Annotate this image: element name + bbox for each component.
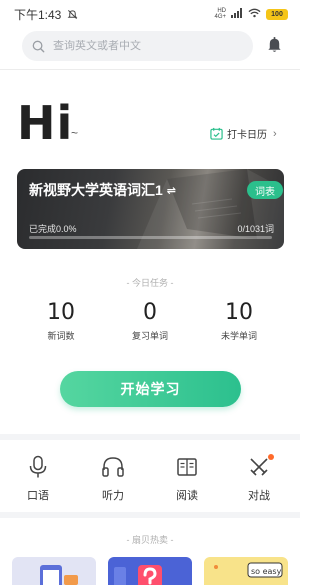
- book-title[interactable]: 新视野大学英语词汇1 ⇌: [29, 180, 176, 200]
- section-divider: [0, 512, 300, 518]
- start-learning-button[interactable]: 开始学习: [60, 371, 241, 407]
- wifi-icon: [248, 7, 261, 21]
- shortcut-label: 阅读: [176, 490, 198, 502]
- shortcut-battle[interactable]: 对战: [234, 454, 284, 503]
- shortcut-label: 口语: [27, 490, 49, 502]
- hot-picks-heading: - 扇贝热卖 -: [126, 535, 174, 545]
- network-indicator: HD 4G+: [214, 8, 226, 20]
- progress-bar: [29, 236, 272, 239]
- stat-value: 10: [225, 300, 253, 325]
- checkin-calendar-link[interactable]: 打卡日历 ›: [210, 126, 277, 141]
- shortcut-listening[interactable]: 听力: [88, 454, 138, 503]
- so-easy-illustration-image: so easy: [214, 562, 283, 578]
- network-type: 4G+: [214, 14, 226, 20]
- search-bar[interactable]: [22, 31, 253, 61]
- shortcut-label: 听力: [102, 490, 124, 502]
- greeting-tilde: ~: [71, 126, 79, 140]
- question-illustration-image: [114, 565, 162, 585]
- hot-pick-card[interactable]: [108, 557, 192, 585]
- stat-label: 新词数: [47, 331, 75, 341]
- book-icon: [174, 454, 200, 480]
- crossed-swords-icon: [246, 454, 274, 480]
- cell-signal-icon: [231, 7, 243, 21]
- thumbnail-caption: so easy: [251, 567, 282, 576]
- notification-dot: [268, 454, 274, 460]
- section-divider: [0, 434, 300, 440]
- stat-label: 未学单词: [220, 331, 257, 341]
- checkin-label: 打卡日历: [227, 130, 267, 141]
- battery-indicator: 100: [266, 8, 288, 20]
- microphone-icon: [25, 454, 51, 480]
- swap-book-icon[interactable]: ⇌: [167, 184, 176, 197]
- hot-pick-card[interactable]: [12, 557, 96, 585]
- status-bar: 下午1:43 HD 4G+ 100: [0, 0, 300, 28]
- calendar-icon: [210, 127, 223, 140]
- chevron-right-icon: ›: [273, 127, 277, 140]
- stat-new-words: 10 新词数: [21, 300, 101, 342]
- stat-label: 复习单词: [131, 331, 168, 341]
- current-book-card[interactable]: 新视野大学英语词汇1 ⇌ 词表 已完成0.0% 0/1031词: [17, 169, 284, 249]
- shortcut-speaking[interactable]: 口语: [13, 454, 63, 503]
- stat-value: 10: [47, 300, 75, 325]
- stat-review-words: 0 复习单词: [110, 300, 190, 342]
- phone-illustration-image: [40, 565, 78, 585]
- shortcut-reading[interactable]: 阅读: [162, 454, 212, 503]
- vocab-list-button[interactable]: 词表: [247, 181, 283, 199]
- stat-value: 0: [143, 300, 157, 325]
- search-input[interactable]: [53, 40, 233, 52]
- greeting-title: Hi: [17, 96, 74, 150]
- header-divider: [0, 69, 300, 70]
- progress-count: 0/1031词: [237, 224, 274, 234]
- hot-pick-card[interactable]: so easy: [204, 557, 288, 585]
- stat-unlearned-words: 10 未学单词: [199, 300, 279, 342]
- completion-label: 已完成0.0%: [29, 224, 77, 234]
- search-icon: [32, 40, 45, 53]
- mute-bell-icon: [67, 9, 78, 20]
- book-title-text: 新视野大学英语词汇1: [29, 182, 163, 198]
- today-tasks-heading: - 今日任务 -: [126, 278, 174, 288]
- headphones-icon: [100, 454, 126, 480]
- status-time: 下午1:43: [14, 7, 62, 22]
- shortcut-label: 对战: [248, 490, 270, 502]
- notification-bell-icon[interactable]: [266, 36, 283, 54]
